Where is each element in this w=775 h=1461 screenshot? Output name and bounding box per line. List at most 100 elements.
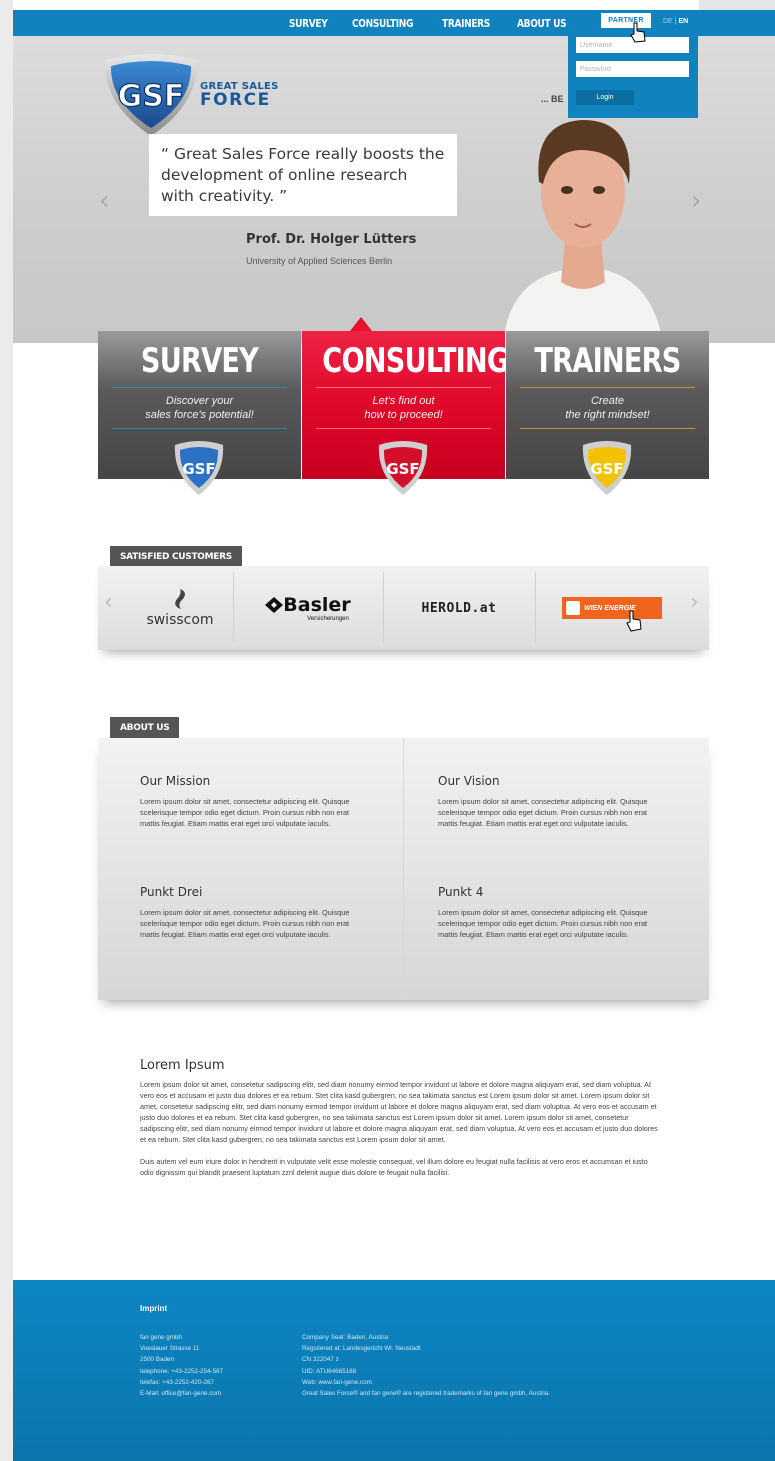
basler-logo[interactable]: Basler Versicherungen bbox=[234, 566, 382, 650]
basler-text: Basler bbox=[283, 594, 351, 616]
herold-text: HEROLD.at bbox=[421, 600, 497, 616]
feature-survey[interactable]: SURVEY Discover your sales force's poten… bbox=[98, 331, 301, 495]
wien-energie-logo[interactable]: WIEN ENERGIE bbox=[546, 566, 678, 650]
feature-trainers-subtitle-2: the right mindset! bbox=[565, 409, 650, 421]
about-punkt-4: Punkt 4 Lorem ipsum dolor sit amet, cons… bbox=[438, 885, 666, 940]
hero-quote: “ Great Sales Force really boosts the de… bbox=[149, 134, 457, 216]
lorem-paragraph-1: Lorem ipsum dolor sit amet, consetetur s… bbox=[140, 1080, 658, 1144]
customers-section-label: SATISFIED CUSTOMERS bbox=[110, 546, 242, 568]
divider bbox=[112, 428, 287, 429]
feature-consulting-subtitle: Let's find out how to proceed! bbox=[302, 394, 505, 422]
svg-text:GSF: GSF bbox=[182, 460, 215, 478]
gsf-shield-blue-icon: GSF bbox=[171, 441, 227, 502]
about-vision-title: Our Vision bbox=[438, 774, 500, 788]
feature-survey-subtitle: Discover your sales force's potential! bbox=[98, 394, 301, 422]
divider bbox=[520, 387, 695, 388]
basler-wordmark: Basler bbox=[265, 594, 351, 616]
feature-boxes: SURVEY Discover your sales force's poten… bbox=[98, 317, 709, 495]
feature-consulting-subtitle-2: how to proceed! bbox=[364, 409, 443, 421]
lang-en[interactable]: EN bbox=[678, 18, 688, 25]
about-vision-text: Lorem ipsum dolor sit amet, consectetur … bbox=[438, 797, 648, 828]
about-section-label: ABOUT US bbox=[110, 717, 180, 739]
about-punkt-drei-text: Lorem ipsum dolor sit amet, consectetur … bbox=[140, 908, 350, 939]
login-button[interactable]: Login bbox=[576, 90, 634, 105]
swisscom-logo[interactable]: swisscom bbox=[128, 566, 232, 650]
nav-consulting[interactable]: CONSULTING bbox=[352, 17, 413, 30]
footer-address: fan gene gmbh Voeslauer Strasse 11 2500 … bbox=[140, 1332, 223, 1399]
footer-city: 2500 Baden bbox=[140, 1356, 174, 1364]
footer-registered: Registered at: Landesgericht Wr. Neustad… bbox=[302, 1345, 421, 1353]
password-input[interactable] bbox=[576, 61, 689, 77]
lang-separator: | bbox=[674, 18, 677, 25]
divider bbox=[520, 428, 695, 429]
footer-web[interactable]: Web: www.fan-gene.com bbox=[302, 1377, 550, 1388]
quote-institution: University of Applied Sciences Berlin bbox=[246, 256, 393, 266]
footer-cn: CN 322047 z bbox=[302, 1356, 339, 1364]
svg-text:GSF: GSF bbox=[386, 460, 419, 478]
about-divider bbox=[403, 738, 404, 1000]
about-punkt-4-text: Lorem ipsum dolor sit amet, consectetur … bbox=[438, 908, 648, 939]
feature-survey-title: SURVEY bbox=[140, 341, 259, 381]
lorem-paragraph-2: Duis autem vel eum iriure dolor in hendr… bbox=[140, 1157, 648, 1177]
divider bbox=[112, 387, 287, 388]
lorem-section: Lorem Ipsum Lorem ipsum dolor sit amet, … bbox=[140, 1058, 663, 1189]
about-panel: Our Mission Lorem ipsum dolor sit amet, … bbox=[98, 738, 709, 1000]
customers-prev-arrow-icon[interactable]: ‹ bbox=[104, 590, 113, 615]
footer-telephone: telephone: +43-2252-254-587 bbox=[140, 1367, 224, 1375]
hand-cursor-icon bbox=[626, 610, 642, 637]
about-vision: Our Vision Lorem ipsum dolor sit amet, c… bbox=[438, 774, 666, 829]
feature-trainers[interactable]: TRAINERS Create the right mindset! GSF bbox=[506, 331, 709, 495]
about-punkt-drei: Punkt Drei Lorem ipsum dolor sit amet, c… bbox=[140, 885, 368, 940]
brand-name: GREAT SALES FORCE bbox=[200, 82, 279, 108]
feature-trainers-title: TRAINERS bbox=[534, 341, 681, 381]
feature-consulting-title: CONSULTING bbox=[322, 341, 509, 381]
divider bbox=[316, 387, 491, 388]
feature-trainers-subtitle: Create the right mindset! bbox=[506, 394, 709, 422]
about-mission-text: Lorem ipsum dolor sit amet, consectetur … bbox=[140, 797, 350, 828]
page: GSF GREAT SALES FORCE ... BE ‹ › “ Great… bbox=[13, 0, 775, 1461]
footer-uid: UID: ATU64665188 bbox=[302, 1367, 357, 1375]
footer-seat: Company Seat: Baden, Austria bbox=[302, 1334, 389, 1341]
about-punkt-drei-title: Punkt Drei bbox=[140, 885, 203, 899]
gsf-shield-gold-icon: GSF bbox=[579, 441, 635, 502]
herold-logo[interactable]: HEROLD.at bbox=[384, 566, 534, 650]
nav-about-us[interactable]: ABOUT US bbox=[517, 17, 567, 30]
nav-survey[interactable]: SURVEY bbox=[289, 17, 328, 30]
svg-text:GSF: GSF bbox=[590, 460, 623, 478]
about-punkt-4-title: Punkt 4 bbox=[438, 885, 484, 899]
footer-street: Voeslauer Strasse 11 bbox=[140, 1345, 200, 1353]
wien-energie-badge: WIEN ENERGIE bbox=[562, 597, 662, 619]
footer-trademarks: Great Sales Force® and fan gene® are reg… bbox=[302, 1390, 550, 1398]
feature-survey-subtitle-1: Discover your bbox=[165, 395, 234, 407]
hand-cursor-icon bbox=[629, 22, 647, 49]
footer-title: Imprint bbox=[140, 1304, 168, 1313]
testimonial-photo bbox=[503, 92, 663, 348]
hero-next-arrow-icon[interactable]: › bbox=[691, 186, 701, 216]
footer-email[interactable]: E-Mail: office@fan-gene.com bbox=[140, 1388, 223, 1399]
basler-subtext: Versicherungen bbox=[307, 616, 349, 622]
lang-de[interactable]: DE bbox=[663, 18, 673, 25]
footer-telefax: telefax: +43-2252-420-267 bbox=[140, 1378, 215, 1386]
swisscom-text: swisscom bbox=[146, 612, 214, 628]
page-corner bbox=[699, 0, 775, 10]
feature-consulting-subtitle-1: Let's find out bbox=[372, 395, 435, 407]
gsf-shield-logo[interactable]: GSF bbox=[99, 54, 203, 143]
gsf-shield-red-icon: GSF bbox=[375, 441, 431, 502]
svg-text:GSF: GSF bbox=[118, 79, 185, 114]
feature-survey-subtitle-2: sales force's potential! bbox=[145, 409, 254, 421]
footer-legal: Company Seat: Baden, Austria Registered … bbox=[302, 1332, 550, 1399]
brand-line2: FORCE bbox=[200, 89, 271, 110]
footer: Imprint fan gene gmbh Voeslauer Strasse … bbox=[13, 1280, 775, 1461]
about-mission: Our Mission Lorem ipsum dolor sit amet, … bbox=[140, 774, 368, 829]
footer-company: fan gene gmbh bbox=[140, 1334, 183, 1341]
feature-consulting[interactable]: CONSULTING Let's find out how to proceed… bbox=[302, 331, 509, 495]
lorem-title: Lorem Ipsum bbox=[140, 1058, 225, 1073]
quote-author: Prof. Dr. Holger Lütters bbox=[246, 232, 417, 247]
language-switch: DE | EN bbox=[663, 18, 688, 25]
nav-trainers[interactable]: TRAINERS bbox=[442, 17, 490, 30]
hero-prev-arrow-icon[interactable]: ‹ bbox=[99, 186, 109, 216]
wien-energie-icon bbox=[566, 601, 580, 615]
active-indicator bbox=[350, 317, 372, 331]
customers-next-arrow-icon[interactable]: › bbox=[690, 590, 699, 615]
main-menu: SURVEY CONSULTING TRAINERS ABOUT US bbox=[289, 10, 577, 36]
